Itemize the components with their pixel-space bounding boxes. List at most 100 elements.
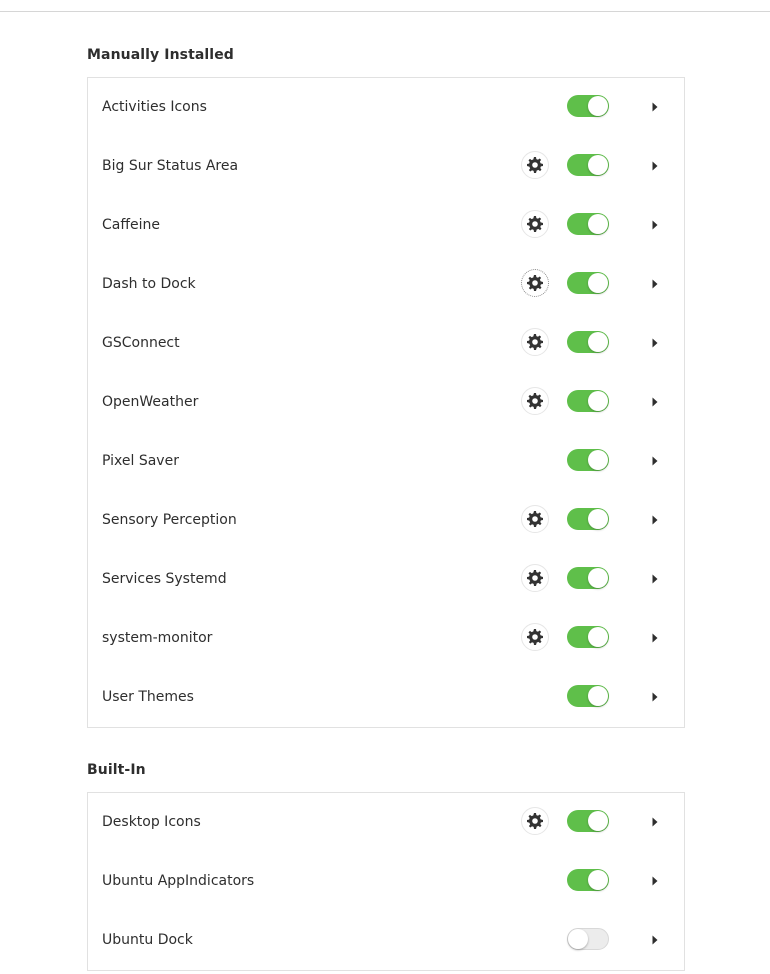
toggle-knob (588, 391, 608, 411)
extension-row-caffeine[interactable]: Caffeine (88, 196, 684, 255)
gear-icon (527, 216, 543, 232)
chevron-right-icon (651, 456, 659, 466)
chevron-right-icon (651, 279, 659, 289)
toggle-knob (588, 273, 608, 293)
expand-button-ubuntu-appindicators[interactable] (649, 875, 661, 887)
extension-name: User Themes (102, 689, 194, 705)
enable-toggle-gsconnect[interactable] (567, 331, 609, 353)
expand-button-ubuntu-dock[interactable] (649, 934, 661, 946)
extension-name: Ubuntu Dock (102, 932, 193, 948)
extension-list-manually-installed: Activities Icons Big Sur Status Area Caffe… (87, 77, 685, 728)
expand-button-desktop-icons[interactable] (649, 816, 661, 828)
chevron-right-icon (651, 397, 659, 407)
extension-name: Caffeine (102, 217, 160, 233)
expand-button-activities-icons[interactable] (649, 101, 661, 113)
extension-row-ubuntu-appindicators[interactable]: Ubuntu AppIndicators (88, 852, 684, 911)
settings-button-desktop-icons[interactable] (521, 807, 549, 835)
enable-toggle-pixel-saver[interactable] (567, 449, 609, 471)
toggle-knob (588, 155, 608, 175)
expand-button-caffeine[interactable] (649, 219, 661, 231)
extension-row-sensory-perception[interactable]: Sensory Perception (88, 491, 684, 550)
extension-row-system-monitor[interactable]: system-monitor (88, 609, 684, 668)
toggle-knob (588, 450, 608, 470)
expand-button-system-monitor[interactable] (649, 632, 661, 644)
gear-icon (527, 813, 543, 829)
extension-row-user-themes[interactable]: User Themes (88, 668, 684, 727)
chevron-right-icon (651, 161, 659, 171)
expand-button-services-systemd[interactable] (649, 573, 661, 585)
enable-toggle-sensory-perception[interactable] (567, 508, 609, 530)
settings-button-gsconnect[interactable] (521, 328, 549, 356)
extension-row-big-sur-status-area[interactable]: Big Sur Status Area (88, 137, 684, 196)
extension-name: Dash to Dock (102, 276, 196, 292)
extension-list-built-in: Desktop Icons Ubuntu AppIndicators Ubuntu … (87, 792, 685, 971)
extension-row-desktop-icons[interactable]: Desktop Icons (88, 793, 684, 852)
extension-name: Sensory Perception (102, 512, 237, 528)
section-title-built-in: Built-In (87, 762, 146, 778)
toggle-knob (588, 686, 608, 706)
enable-toggle-activities-icons[interactable] (567, 95, 609, 117)
enable-toggle-big-sur-status-area[interactable] (567, 154, 609, 176)
extension-name: Ubuntu AppIndicators (102, 873, 255, 889)
settings-button-services-systemd[interactable] (521, 564, 549, 592)
toggle-knob (588, 870, 608, 890)
chevron-right-icon (651, 633, 659, 643)
expand-button-big-sur-status-area[interactable] (649, 160, 661, 172)
toggle-knob (588, 627, 608, 647)
gear-icon (527, 393, 543, 409)
toggle-knob (588, 214, 608, 234)
expand-button-openweather[interactable] (649, 396, 661, 408)
gear-icon (527, 157, 543, 173)
extension-row-gsconnect[interactable]: GSConnect (88, 314, 684, 373)
extension-name: GSConnect (102, 335, 180, 351)
chevron-right-icon (651, 338, 659, 348)
extension-row-openweather[interactable]: OpenWeather (88, 373, 684, 432)
settings-button-dash-to-dock[interactable] (521, 269, 549, 297)
extension-row-activities-icons[interactable]: Activities Icons (88, 78, 684, 137)
gear-icon (527, 511, 543, 527)
enable-toggle-dash-to-dock[interactable] (567, 272, 609, 294)
expand-button-gsconnect[interactable] (649, 337, 661, 349)
toggle-knob (588, 568, 608, 588)
enable-toggle-openweather[interactable] (567, 390, 609, 412)
chevron-right-icon (651, 220, 659, 230)
enable-toggle-system-monitor[interactable] (567, 626, 609, 648)
enable-toggle-caffeine[interactable] (567, 213, 609, 235)
settings-button-system-monitor[interactable] (521, 623, 549, 651)
chevron-right-icon (651, 817, 659, 827)
extension-row-ubuntu-dock[interactable]: Ubuntu Dock (88, 911, 684, 970)
chevron-right-icon (651, 574, 659, 584)
enable-toggle-user-themes[interactable] (567, 685, 609, 707)
chevron-right-icon (651, 102, 659, 112)
section-title-manually-installed: Manually Installed (87, 47, 234, 63)
extension-name: Activities Icons (102, 99, 207, 115)
expand-button-dash-to-dock[interactable] (649, 278, 661, 290)
gear-icon (527, 334, 543, 350)
extension-row-dash-to-dock[interactable]: Dash to Dock (88, 255, 684, 314)
extension-name: Pixel Saver (102, 453, 179, 469)
settings-button-caffeine[interactable] (521, 210, 549, 238)
extension-name: Services Systemd (102, 571, 227, 587)
chevron-right-icon (651, 515, 659, 525)
extension-row-pixel-saver[interactable]: Pixel Saver (88, 432, 684, 491)
expand-button-user-themes[interactable] (649, 691, 661, 703)
toggle-knob (588, 811, 608, 831)
toggle-knob (588, 332, 608, 352)
enable-toggle-desktop-icons[interactable] (567, 810, 609, 832)
chevron-right-icon (651, 935, 659, 945)
enable-toggle-ubuntu-dock[interactable] (567, 928, 609, 950)
chevron-right-icon (651, 876, 659, 886)
enable-toggle-services-systemd[interactable] (567, 567, 609, 589)
gear-icon (527, 275, 543, 291)
settings-button-sensory-perception[interactable] (521, 505, 549, 533)
extension-row-services-systemd[interactable]: Services Systemd (88, 550, 684, 609)
gear-icon (527, 570, 543, 586)
expand-button-sensory-perception[interactable] (649, 514, 661, 526)
toggle-knob (588, 509, 608, 529)
settings-button-openweather[interactable] (521, 387, 549, 415)
expand-button-pixel-saver[interactable] (649, 455, 661, 467)
gear-icon (527, 629, 543, 645)
enable-toggle-ubuntu-appindicators[interactable] (567, 869, 609, 891)
settings-button-big-sur-status-area[interactable] (521, 151, 549, 179)
chevron-right-icon (651, 692, 659, 702)
